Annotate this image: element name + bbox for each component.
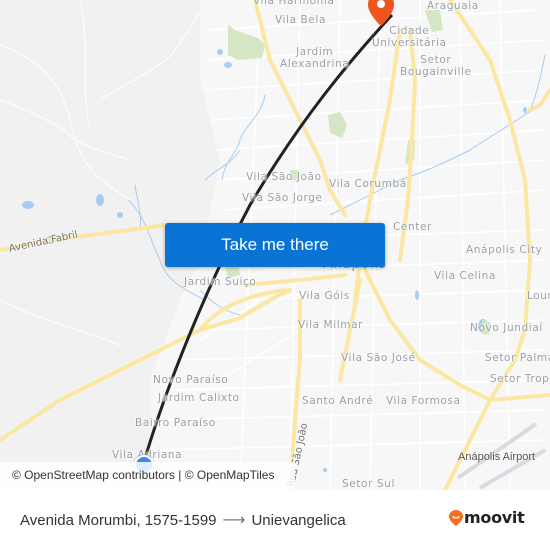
place-label: Vila Formosa: [386, 395, 461, 407]
place-label: Vila Milmar: [298, 319, 364, 331]
destination-label: Unievangelica: [251, 511, 346, 529]
place-label: Vila Bela: [275, 14, 326, 26]
destination-pin-icon[interactable]: [366, 0, 396, 28]
minor-roads-west: [0, 0, 211, 346]
place-label: Vila Góis: [299, 290, 350, 302]
place-label: Cidade Universitária: [372, 25, 447, 49]
map-attribution: © OpenStreetMap contributors | © OpenMap…: [0, 462, 295, 490]
place-label: Araguaia: [427, 0, 479, 12]
place-label: Vila Corumbá: [329, 178, 407, 190]
map-view[interactable]: Vila Harmonia Vila Bela Araguaia Cidade …: [0, 0, 550, 490]
omt-attribution-link[interactable]: © OpenMapTiles: [185, 468, 275, 482]
place-label: Lour: [527, 290, 550, 302]
place-label: Bairro Paraíso: [135, 417, 216, 429]
place-label: Vila São José: [341, 352, 416, 364]
footer: Avenida Morumbi, 1575-1599 ⟶ Unievangeli…: [0, 490, 550, 550]
place-label: Vila São João: [246, 171, 322, 183]
place-label: Jardim Calixto: [158, 392, 240, 404]
moovit-pin-icon: [449, 509, 463, 526]
place-label: Setor Bougainville: [400, 54, 472, 78]
place-label: Novo Paraíso: [153, 374, 229, 386]
place-label: Vila Celina: [434, 270, 496, 282]
osm-attribution-link[interactable]: © OpenStreetMap contributors: [12, 468, 175, 482]
place-label: Anápolis City: [466, 244, 543, 256]
place-label: Setor Tropi: [490, 373, 550, 385]
place-label: Jardim Alexandrina: [280, 46, 350, 70]
moovit-logo[interactable]: moovit: [449, 508, 525, 527]
place-label: Santo André: [302, 395, 374, 407]
airport-label: Anápolis Airport: [458, 451, 536, 463]
place-label: Vila Harmonia: [253, 0, 335, 7]
place-label: Novo Jundiaí: [470, 322, 543, 334]
place-label: Vila São Jorge: [242, 192, 323, 204]
take-me-there-button[interactable]: Take me there: [165, 223, 385, 267]
place-label: Center: [393, 221, 432, 233]
place-label: Setor Palma: [485, 352, 550, 364]
place-label: Setor Sul: [342, 478, 395, 490]
origin-label: Avenida Morumbi, 1575-1599: [20, 511, 217, 529]
attribution-separator: |: [174, 468, 185, 482]
moovit-wordmark: moovit: [464, 508, 525, 527]
arrow-right-icon: ⟶: [222, 512, 246, 529]
route-summary: Avenida Morumbi, 1575-1599 ⟶ Unievangeli…: [20, 510, 346, 530]
place-label: Jardim Suiço: [184, 276, 257, 288]
